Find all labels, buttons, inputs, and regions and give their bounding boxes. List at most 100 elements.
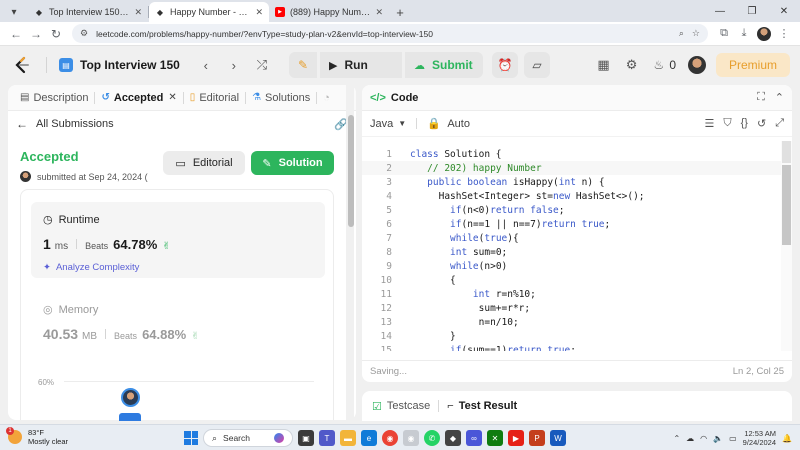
code-editor[interactable]: 1 class Solution {2 // 202) happy Number 3…	[362, 141, 782, 351]
code-line[interactable]: 13 n=n/10;	[362, 315, 782, 329]
streak-counter[interactable]: ♨ 0	[654, 58, 676, 72]
braces-icon[interactable]: {}	[741, 117, 748, 130]
tab-test-result[interactable]: ⌐ Test Result	[447, 400, 517, 412]
teams-icon[interactable]: T	[319, 430, 335, 446]
bookmark-icon[interactable]: ⛉	[723, 117, 731, 130]
language-select[interactable]: Java ▼	[370, 118, 406, 130]
system-clock[interactable]: 12:53 AM 9/24/2024	[743, 429, 776, 447]
run-button[interactable]: ▶ Run	[320, 52, 402, 78]
zoom-icon[interactable]: ⌕	[679, 28, 684, 39]
bookmark-star-icon[interactable]: ☆	[692, 28, 700, 39]
runtime-card[interactable]: ◷ Runtime 1 ms Beats 64.78% ✌ ✦ Analyze …	[31, 202, 325, 278]
site-info-icon[interactable]: ⚙	[80, 28, 88, 39]
code-line[interactable]: 8 int sum=0;	[362, 245, 782, 259]
collapse-icon[interactable]: ⌃	[775, 91, 784, 104]
code-line[interactable]: 4 HashSet<Integer> st=new HashSet<>();	[362, 189, 782, 203]
xbox-icon[interactable]: ✕	[487, 430, 503, 446]
study-plan-link[interactable]: ▤ Top Interview 150	[59, 58, 180, 72]
omnibox[interactable]: ⚙ leetcode.com/problems/happy-number/?en…	[72, 24, 708, 43]
new-tab-button[interactable]: +	[389, 2, 411, 22]
notifications-bell-icon[interactable]: 🔔	[782, 434, 792, 443]
prev-problem-icon[interactable]: ‹	[194, 53, 218, 77]
windows-start-icon[interactable]	[184, 431, 198, 445]
extensions-icon[interactable]: ⧉	[714, 24, 734, 44]
format-icon[interactable]: ☰	[704, 117, 714, 130]
powerpoint-icon[interactable]: P	[529, 430, 545, 446]
profile-avatar[interactable]	[754, 24, 774, 44]
url-text[interactable]: leetcode.com/problems/happy-number/?envT…	[96, 29, 671, 39]
auto-mode-toggle[interactable]: 🔒 Auto	[427, 117, 470, 130]
code-line[interactable]: 11 int r=n%10;	[362, 287, 782, 301]
distribution-bar[interactable]	[119, 413, 141, 421]
all-submissions-link[interactable]: ← All Submissions 🔗	[8, 111, 356, 137]
analyze-complexity-link[interactable]: ✦ Analyze Complexity	[43, 262, 139, 273]
code-line[interactable]: 5 if(n<0)return false;	[362, 203, 782, 217]
minimize-icon[interactable]: —	[704, 0, 736, 22]
user-avatar[interactable]	[688, 56, 706, 74]
volume-icon[interactable]: 🔈	[713, 434, 723, 443]
next-problem-icon[interactable]: ›	[222, 53, 246, 77]
code-line[interactable]: 10 {	[362, 273, 782, 287]
tab-close-icon[interactable]: ✕	[134, 7, 142, 18]
code-line[interactable]: 2 // 202) happy Number	[362, 161, 782, 175]
cloud-icon[interactable]: ☁	[686, 434, 694, 443]
submit-button[interactable]: ☁ Submit	[405, 52, 483, 78]
expand-icon[interactable]: ⤢	[775, 117, 784, 130]
browser-tab-youtube[interactable]: ▶ (889) Happy Number (LeetCode ✕	[269, 2, 389, 22]
timer-button[interactable]: ⏰	[492, 52, 518, 78]
file-explorer-icon[interactable]: ▬	[340, 430, 356, 446]
download-icon[interactable]: ⤓	[734, 24, 754, 44]
code-line[interactable]: 9 while(n>0)	[362, 259, 782, 273]
tab-close-icon[interactable]: ✕	[375, 7, 383, 18]
code-line[interactable]: 3 public boolean isHappy(int n) {	[362, 175, 782, 189]
tab-description[interactable]: ▤ Description	[14, 92, 94, 104]
code-line[interactable]: 1 class Solution {	[362, 147, 782, 161]
weather-widget[interactable]: 1 83°F Mostly clear	[6, 427, 68, 446]
close-window-icon[interactable]: ✕	[768, 0, 800, 22]
chrome-profile-icon[interactable]: ◉	[403, 430, 419, 446]
whatsapp-icon[interactable]: ✆	[424, 430, 440, 446]
layout-grid-icon[interactable]: ▦	[590, 52, 618, 78]
code-line[interactable]: 7 while(true){	[362, 231, 782, 245]
edge-icon[interactable]: e	[361, 430, 377, 446]
tab-close-icon[interactable]: ✕	[255, 7, 263, 18]
app-cube-icon[interactable]: ◆	[445, 430, 461, 446]
youtube-app-icon[interactable]: ▶	[508, 430, 524, 446]
word-icon[interactable]: W	[550, 430, 566, 446]
tab-overflow[interactable]: ◔	[317, 92, 336, 104]
editorial-button[interactable]: ▭ Editorial	[163, 151, 245, 175]
back-icon[interactable]: ←	[6, 24, 26, 44]
code-line[interactable]: 14 }	[362, 329, 782, 343]
battery-icon[interactable]: ▭	[729, 434, 737, 443]
tab-accepted[interactable]: ↺ Accepted ✕	[95, 92, 182, 104]
code-line[interactable]: 15 if(sum==1)return true;	[362, 343, 782, 352]
premium-button[interactable]: Premium	[716, 53, 790, 77]
menu-icon[interactable]: ⋮	[774, 24, 794, 44]
chevron-up-icon[interactable]: ⌃	[673, 434, 680, 443]
browser-tab-study-plan[interactable]: ◆ Top Interview 150 - Study Plan ✕	[28, 2, 148, 22]
left-panel-scrollbar-thumb[interactable]	[348, 115, 354, 227]
maximize-icon[interactable]: ❐	[736, 0, 768, 22]
fullscreen-icon[interactable]: ⛶	[757, 91, 765, 104]
debug-button[interactable]: ✎	[289, 52, 317, 78]
close-tab-icon[interactable]: ✕	[168, 92, 176, 103]
tab-solutions[interactable]: ⚗ Solutions	[246, 92, 316, 104]
task-view-icon[interactable]: ▣	[298, 430, 314, 446]
memory-card[interactable]: ◎ Memory 40.53 MB Beats 64.88% ✌	[31, 292, 325, 352]
reload-icon[interactable]: ↻	[46, 24, 66, 44]
forward-icon[interactable]: →	[26, 24, 46, 44]
code-line[interactable]: 12 sum+=r*r;	[362, 301, 782, 315]
editor-scrollbar-thumb[interactable]	[782, 165, 791, 245]
tab-search-icon[interactable]: ▾	[0, 2, 28, 22]
shuffle-icon[interactable]: ⤮	[250, 53, 274, 77]
taskbar-search[interactable]: ⌕ Search	[203, 429, 293, 447]
leetcode-logo-icon[interactable]	[10, 53, 34, 77]
solution-button[interactable]: ✎ Solution	[251, 151, 334, 175]
code-line[interactable]: 6 if(n==1 || n==7)return true;	[362, 217, 782, 231]
chrome-icon[interactable]: ◉	[382, 430, 398, 446]
notes-button[interactable]: ▱	[524, 52, 550, 78]
tab-editorial[interactable]: ▯ Editorial	[184, 92, 245, 104]
reset-icon[interactable]: ↺	[757, 117, 766, 130]
visual-studio-icon[interactable]: ∞	[466, 430, 482, 446]
wifi-icon[interactable]: ◠	[700, 434, 707, 443]
